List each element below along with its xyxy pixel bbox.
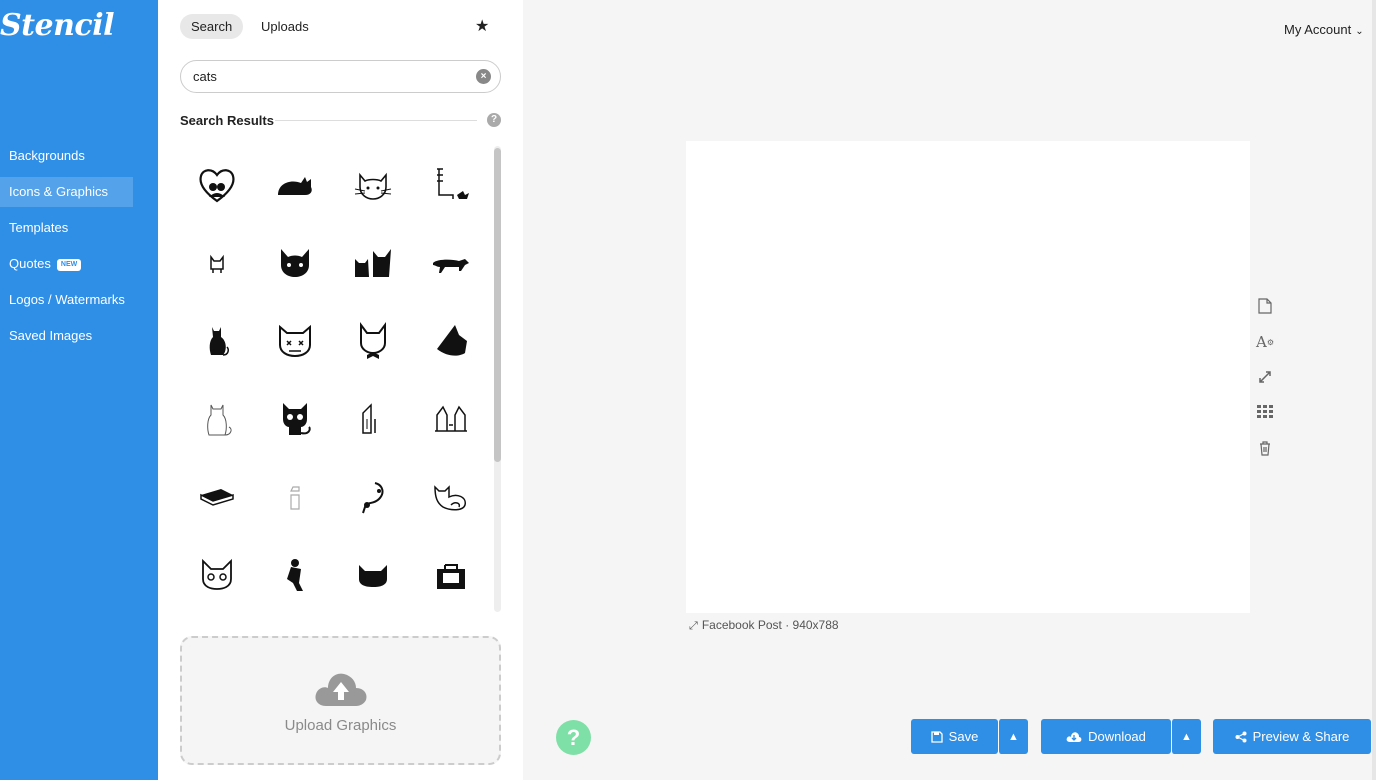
nav-item-icons-graphics[interactable]: Icons & Graphics	[0, 177, 133, 207]
nav-item-logos-watermarks[interactable]: Logos / Watermarks	[0, 285, 133, 315]
graphic-cat-head-silhouette[interactable]	[412, 302, 490, 380]
divider	[275, 120, 477, 121]
graphic-cat-heart[interactable]	[178, 146, 256, 224]
nav-item-backgrounds[interactable]: Backgrounds	[0, 141, 133, 171]
graphic-person-cat[interactable]	[256, 536, 334, 614]
graphic-cats-window-pair[interactable]	[412, 380, 490, 458]
graphic-cat-sitting[interactable]	[178, 302, 256, 380]
canvas-size-label: Facebook Post · 940x788	[701, 618, 839, 632]
cloud-upload-icon	[315, 673, 367, 706]
share-icon	[1235, 731, 1247, 742]
results-scrollbar[interactable]	[494, 146, 501, 612]
nav-item-label: Saved Images	[9, 328, 93, 343]
tab-search[interactable]: Search	[180, 14, 244, 39]
nav-item-label: Logos / Watermarks	[9, 292, 125, 307]
graphic-litter-box[interactable]	[178, 458, 256, 536]
graphic-cats-two[interactable]	[334, 224, 412, 302]
stencil-logo[interactable]: Stencil	[0, 8, 114, 43]
graphic-cat-bowtie[interactable]	[334, 302, 412, 380]
download-label: Download	[1088, 729, 1146, 744]
help-button[interactable]: ?	[556, 720, 591, 755]
graphic-spray-bottle[interactable]	[256, 458, 334, 536]
nav-item-saved-images[interactable]: Saved Images	[0, 321, 133, 351]
new-page-icon[interactable]	[1255, 296, 1275, 316]
graphic-cat-small[interactable]	[178, 224, 256, 302]
graphic-cat-curled[interactable]	[412, 458, 490, 536]
chevron-up-icon: ▲	[1008, 730, 1019, 743]
preview-share-button[interactable]: Preview & Share	[1213, 719, 1371, 754]
text-settings-icon[interactable]: A ⚙	[1255, 332, 1275, 352]
canvas-size-info[interactable]: ⤢ Facebook Post · 940x788	[689, 618, 839, 633]
resize-icon: ⤢	[689, 620, 698, 632]
graphic-cat-face-cute[interactable]	[178, 536, 256, 614]
my-account-menu[interactable]: My Account ⌄	[1284, 22, 1364, 37]
nav-item-label: Icons & Graphics	[9, 184, 108, 199]
graphic-cat-cartoon[interactable]	[256, 380, 334, 458]
graphic-panther[interactable]	[412, 224, 490, 302]
upload-graphics-label: Upload Graphics	[284, 717, 397, 734]
save-button[interactable]: Save	[911, 719, 998, 754]
search-results-title: Search Results	[180, 113, 274, 128]
search-input[interactable]	[180, 60, 501, 93]
nav-item-label: Templates	[9, 220, 69, 235]
download-options-button[interactable]: ▲	[1171, 719, 1201, 754]
scrollbar-thumb[interactable]	[494, 148, 501, 462]
upload-graphics-dropzone[interactable]: Upload Graphics	[180, 636, 501, 765]
nav-item-label: Backgrounds	[9, 148, 85, 163]
main-nav: Stencil Backgrounds Icons & Graphics Tem…	[0, 0, 158, 780]
design-canvas[interactable]	[686, 141, 1250, 613]
graphic-cat-stairs[interactable]	[412, 146, 490, 224]
chevron-up-icon: ▲	[1181, 730, 1192, 743]
graphics-panel: Search Uploads ★ × Search Results ?	[158, 0, 523, 780]
expand-icon[interactable]	[1255, 367, 1275, 387]
graphic-cat-carrier[interactable]	[412, 536, 490, 614]
help-icon[interactable]: ?	[487, 113, 501, 127]
graphic-cat-toy[interactable]	[334, 458, 412, 536]
graphic-cat-face-outline[interactable]	[334, 146, 412, 224]
star-icon[interactable]: ★	[475, 16, 489, 36]
chevron-down-icon: ⌄	[1355, 26, 1364, 37]
nav-item-templates[interactable]: Templates	[0, 213, 133, 243]
graphic-cat-face-silhouette[interactable]	[334, 536, 412, 614]
download-button[interactable]: Download	[1041, 719, 1171, 754]
save-label: Save	[948, 729, 979, 744]
trash-icon[interactable]	[1255, 438, 1275, 458]
graphic-cat-frankenstein[interactable]	[256, 302, 334, 380]
nav-item-label: Quotes	[9, 256, 51, 271]
search-results-grid	[178, 146, 490, 616]
graphic-cat-sketch[interactable]	[178, 380, 256, 458]
graphic-cat-lying[interactable]	[256, 146, 334, 224]
preview-share-label: Preview & Share	[1252, 729, 1350, 744]
window-edge	[1372, 0, 1376, 780]
tab-uploads[interactable]: Uploads	[250, 14, 320, 39]
new-badge: NEW	[56, 259, 82, 271]
save-options-button[interactable]: ▲	[998, 719, 1028, 754]
account-label: My Account	[1284, 22, 1352, 37]
graphic-cat-window[interactable]	[334, 380, 412, 458]
nav-item-quotes[interactable]: Quotes NEW	[0, 249, 133, 279]
floppy-icon	[931, 730, 943, 743]
grid-icon[interactable]	[1255, 402, 1275, 422]
cloud-download-icon	[1066, 731, 1082, 742]
clear-search-icon[interactable]: ×	[476, 69, 491, 84]
graphic-cat-face-black[interactable]	[256, 224, 334, 302]
